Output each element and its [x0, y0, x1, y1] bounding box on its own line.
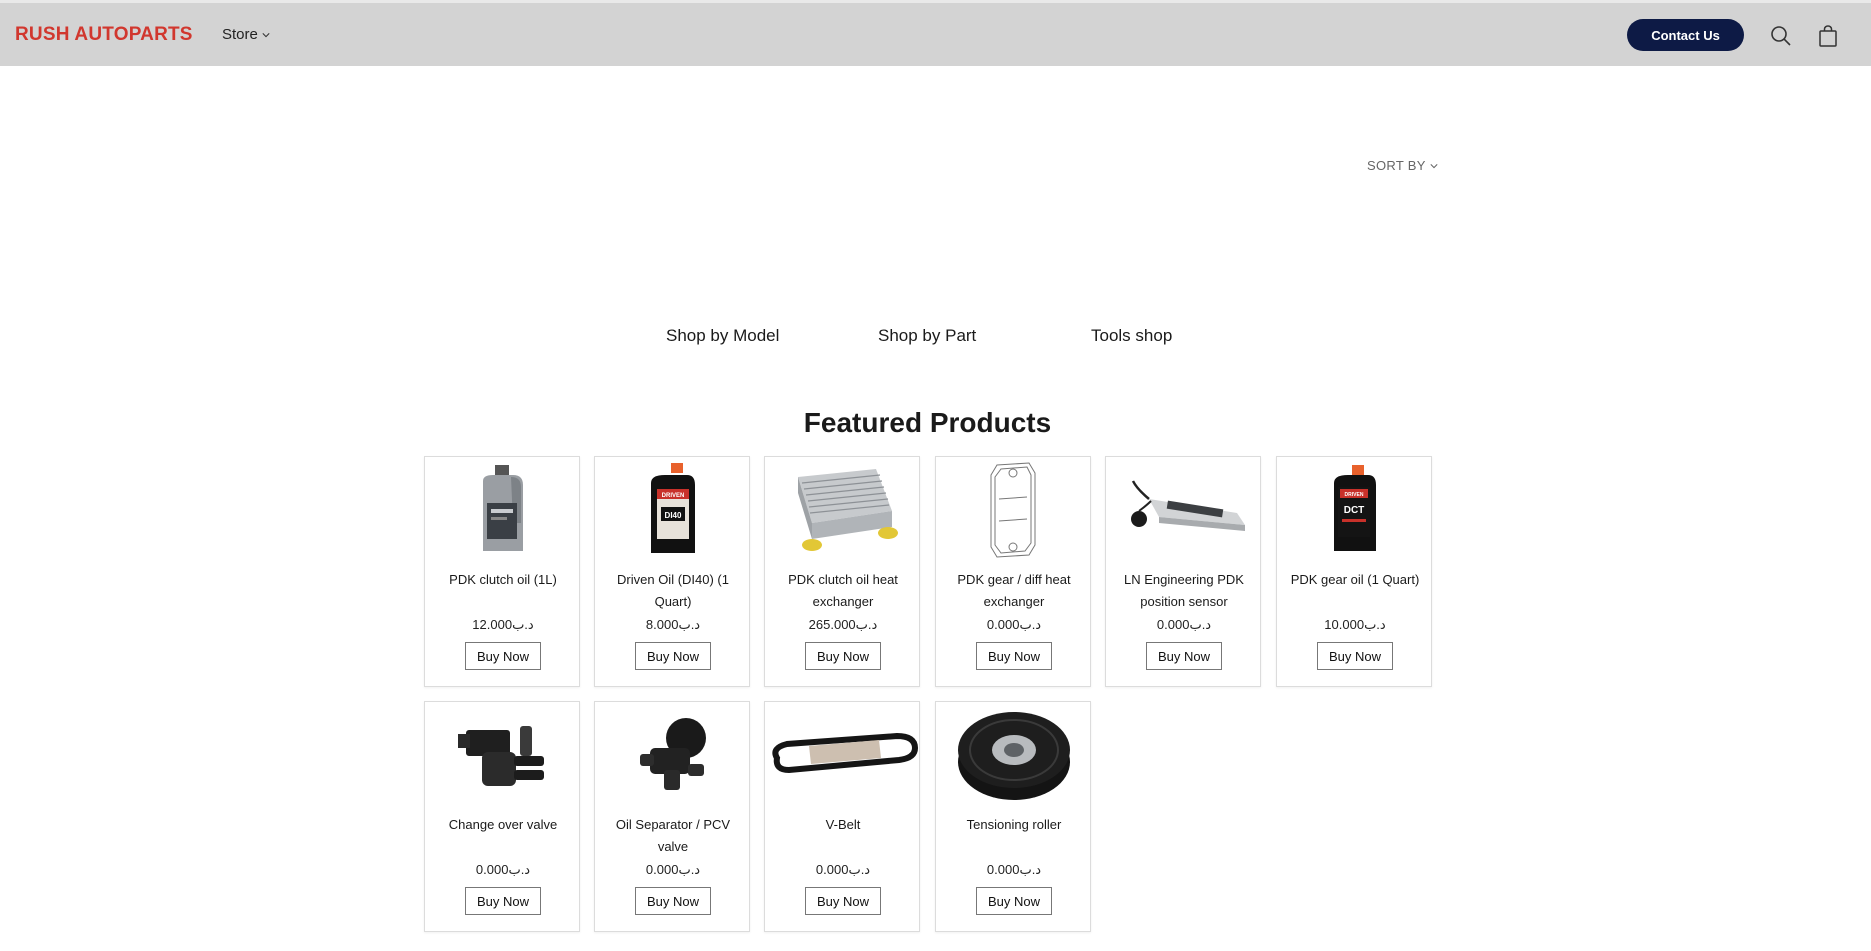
- change-over-valve-icon: [458, 726, 544, 786]
- pcv-valve-icon: [640, 718, 706, 790]
- shop-by-part-link[interactable]: Shop by Part: [878, 326, 976, 346]
- product-name[interactable]: Driven Oil (DI40) (1 Quart): [603, 569, 743, 613]
- product-card[interactable]: DRIVEN DCT PDK gear oil (1 Quart) 10.000…: [1276, 456, 1432, 687]
- product-price: 0.000د.ب: [1156, 617, 1212, 632]
- product-image[interactable]: DRIVEN DI40: [595, 459, 751, 559]
- product-image[interactable]: [936, 459, 1092, 559]
- shop-links: Shop by Model Shop by Part Tools shop: [0, 326, 1871, 350]
- product-price: 8.000د.ب: [645, 617, 701, 632]
- product-name[interactable]: PDK gear / diff heat exchanger: [944, 569, 1084, 613]
- product-price: 0.000د.ب: [986, 617, 1042, 632]
- svg-text:DRIVEN: DRIVEN: [1345, 492, 1364, 498]
- buy-now-button[interactable]: Buy Now: [1317, 642, 1393, 670]
- product-price: 0.000د.ب: [986, 862, 1042, 877]
- product-image[interactable]: DRIVEN DCT: [1277, 459, 1433, 559]
- contact-us-button[interactable]: Contact Us: [1627, 19, 1744, 51]
- product-card[interactable]: Change over valve 0.000د.ب Buy Now: [424, 701, 580, 932]
- buy-now-button[interactable]: Buy Now: [976, 642, 1052, 670]
- product-image[interactable]: [1106, 459, 1262, 559]
- sort-by-label: SORT BY: [1367, 158, 1426, 173]
- product-image[interactable]: [765, 704, 921, 804]
- product-card[interactable]: PDK clutch oil heat exchanger 265.000د.ب…: [764, 456, 920, 687]
- buy-now-button[interactable]: Buy Now: [635, 642, 711, 670]
- product-price: 0.000د.ب: [475, 862, 531, 877]
- product-card[interactable]: PDK clutch oil (1L) 12.000د.ب Buy Now: [424, 456, 580, 687]
- product-name[interactable]: LN Engineering PDK position sensor: [1114, 569, 1254, 613]
- tools-shop-link[interactable]: Tools shop: [1091, 326, 1172, 346]
- product-price: 265.000د.ب: [808, 617, 878, 632]
- shopping-bag-icon[interactable]: [1816, 24, 1840, 48]
- store-menu[interactable]: Store: [222, 26, 270, 43]
- product-image[interactable]: [425, 459, 581, 559]
- position-sensor-icon: [1131, 480, 1245, 531]
- heat-exchanger-icon: [798, 469, 898, 551]
- buy-now-button[interactable]: Buy Now: [805, 887, 881, 915]
- oil-bottle-icon: DRIVEN DCT: [1334, 465, 1376, 551]
- heat-exchanger-sketch-icon: [990, 462, 1036, 558]
- v-belt-icon: [772, 732, 919, 774]
- product-price: 0.000د.ب: [645, 862, 701, 877]
- product-price: 0.000د.ب: [815, 862, 871, 877]
- featured-products-title: Featured Products: [803, 407, 1052, 438]
- store-logo[interactable]: RUSH AUTOPARTS: [15, 24, 193, 46]
- product-price: 10.000د.ب: [1324, 617, 1386, 632]
- product-card[interactable]: V-Belt 0.000د.ب Buy Now: [764, 701, 920, 932]
- product-name[interactable]: Change over valve: [433, 814, 573, 836]
- buy-now-button[interactable]: Buy Now: [635, 887, 711, 915]
- product-card[interactable]: PDK gear / diff heat exchanger 0.000د.ب …: [935, 456, 1091, 687]
- product-price: 12.000د.ب: [472, 617, 534, 632]
- store-menu-label: Store: [222, 26, 258, 43]
- product-image[interactable]: [425, 704, 581, 804]
- product-name[interactable]: PDK clutch oil (1L): [433, 569, 573, 591]
- product-name[interactable]: Tensioning roller: [944, 814, 1084, 836]
- buy-now-button[interactable]: Buy Now: [976, 887, 1052, 915]
- buy-now-button[interactable]: Buy Now: [465, 642, 541, 670]
- svg-text:DI40: DI40: [665, 511, 682, 520]
- chevron-down-icon: [1430, 163, 1438, 168]
- sort-by-dropdown[interactable]: SORT BY: [1367, 158, 1438, 173]
- oil-bottle-icon: [483, 465, 523, 551]
- product-card[interactable]: DRIVEN DI40 Driven Oil (DI40) (1 Quart) …: [594, 456, 750, 687]
- buy-now-button[interactable]: Buy Now: [805, 642, 881, 670]
- product-image[interactable]: [936, 704, 1092, 804]
- product-card[interactable]: LN Engineering PDK position sensor 0.000…: [1105, 456, 1261, 687]
- product-name[interactable]: PDK gear oil (1 Quart): [1285, 569, 1425, 591]
- search-icon[interactable]: [1769, 24, 1793, 48]
- tensioning-roller-icon: [958, 712, 1070, 800]
- product-image[interactable]: [595, 704, 751, 804]
- svg-text:DRIVEN: DRIVEN: [662, 493, 685, 499]
- shop-by-model-link[interactable]: Shop by Model: [666, 326, 779, 346]
- product-name[interactable]: Oil Separator / PCV valve: [603, 814, 743, 858]
- product-image[interactable]: [765, 459, 921, 559]
- chevron-down-icon: [262, 32, 270, 37]
- buy-now-button[interactable]: Buy Now: [465, 887, 541, 915]
- oil-bottle-icon: DRIVEN DI40: [651, 463, 695, 553]
- product-name[interactable]: PDK clutch oil heat exchanger: [773, 569, 913, 613]
- product-card[interactable]: Tensioning roller 0.000د.ب Buy Now: [935, 701, 1091, 932]
- product-card[interactable]: Oil Separator / PCV valve 0.000د.ب Buy N…: [594, 701, 750, 932]
- buy-now-button[interactable]: Buy Now: [1146, 642, 1222, 670]
- product-name[interactable]: V-Belt: [773, 814, 913, 836]
- site-header: RUSH AUTOPARTS Store Contact Us: [0, 3, 1871, 66]
- svg-text:DCT: DCT: [1344, 505, 1365, 516]
